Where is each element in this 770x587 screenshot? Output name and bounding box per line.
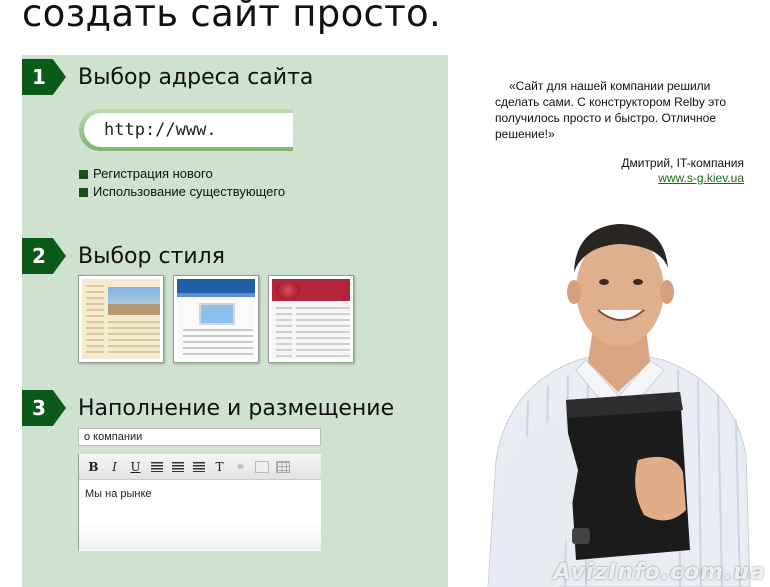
bold-button[interactable]: B [83, 457, 104, 477]
table-icon[interactable] [272, 457, 293, 477]
step-2: 2 Выбор стиля [22, 238, 225, 274]
address-options: Регистрация нового Использование существ… [79, 165, 285, 201]
style-template-blue[interactable] [173, 275, 259, 363]
image-icon[interactable] [251, 457, 272, 477]
text-format-icon[interactable]: T [209, 457, 230, 477]
editor-toolbar: B I U T ⚭ [79, 454, 321, 480]
step-3-title: Наполнение и размещение [78, 395, 395, 421]
author-name: Дмитрий, IT-компания [621, 156, 744, 170]
testimonial-quote: «Сайт для нашей компании решили сделать … [495, 79, 727, 141]
editor-content[interactable]: Мы на рынке [79, 480, 321, 550]
step-1: 1 Выбор адреса сайта [22, 59, 313, 95]
align-center-icon[interactable] [167, 457, 188, 477]
bullet-square-icon [79, 169, 88, 179]
underline-button[interactable]: U [125, 457, 146, 477]
page-title-field[interactable]: о компании [78, 428, 321, 446]
step-2-badge: 2 [22, 238, 66, 274]
step-3-badge: 3 [22, 390, 66, 426]
step-3: 3 Наполнение и размещение [22, 390, 394, 426]
step-1-title: Выбор адреса сайта [78, 64, 314, 90]
step-2-title: Выбор стиля [78, 243, 225, 269]
italic-button[interactable]: I [104, 457, 125, 477]
align-right-icon[interactable] [188, 457, 209, 477]
option-register-new[interactable]: Регистрация нового [79, 165, 285, 183]
steps-panel: 1 Выбор адреса сайта http://www. Регистр… [22, 55, 448, 587]
businessman-photo [487, 224, 751, 587]
bullet-square-icon [79, 187, 88, 197]
page-headline: создать сайт просто. [22, 0, 442, 35]
step-1-badge: 1 [22, 59, 66, 95]
style-thumbnails [78, 275, 354, 363]
align-left-icon[interactable] [146, 457, 167, 477]
url-input[interactable]: http://www. [84, 113, 293, 147]
style-template-berries[interactable] [268, 275, 354, 363]
url-input-frame[interactable]: http://www. [79, 109, 293, 151]
text-editor[interactable]: B I U T ⚭ Мы на рынке [78, 454, 321, 551]
link-icon[interactable]: ⚭ [230, 457, 251, 477]
author-website-link[interactable]: www.s-g.kiev.ua [658, 171, 744, 185]
testimonial-author: Дмитрий, IT-компания www.s-g.kiev.ua [621, 156, 744, 186]
watermark: AvizInfo.com.ua [553, 560, 766, 585]
style-template-beach[interactable] [78, 275, 164, 363]
option-use-existing[interactable]: Использование существующего [79, 183, 285, 201]
